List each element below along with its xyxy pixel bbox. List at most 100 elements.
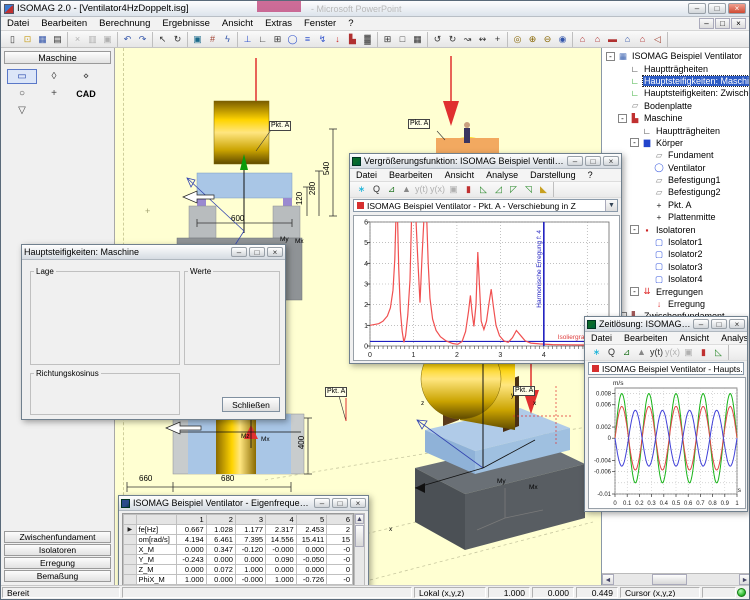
dialog-restore-button[interactable]: □ [249, 247, 265, 257]
eigen-restore-button[interactable]: □ [332, 498, 348, 508]
menu-datei[interactable]: Datei [585, 332, 618, 344]
dialog-close-button[interactable]: × [267, 247, 283, 257]
tree-item-isolator1[interactable]: ▢Isolator1 [602, 236, 749, 248]
chart-type-button[interactable]: ▲ [634, 345, 649, 360]
new-button[interactable]: ▯ [5, 32, 20, 47]
view-top-button[interactable]: ▬ [605, 32, 620, 47]
menu-berechnung[interactable]: Berechnung [93, 17, 156, 30]
eigen-minimize-button[interactable]: – [314, 498, 330, 508]
tree-item-haupttr-gheiten[interactable]: ∟Hauptträgheiten [602, 124, 749, 136]
scroll-left-icon[interactable]: ◄ [602, 574, 614, 585]
small-prism-tool-icon[interactable]: ⋄ [71, 69, 101, 84]
table-cell[interactable]: 0.000 [266, 565, 297, 575]
menu-bearbeiten[interactable]: Bearbeiten [618, 332, 674, 344]
table-cell[interactable]: -0 [327, 575, 353, 585]
menu-datei[interactable]: Datei [350, 169, 383, 181]
close-button[interactable]: × [728, 3, 746, 14]
table-cell[interactable]: 2 [327, 525, 353, 535]
bar-chart-button[interactable]: ▮ [461, 182, 476, 197]
export-button[interactable]: ⊿ [619, 345, 634, 360]
table-cell[interactable]: 0.667 [176, 525, 206, 535]
time-series-select[interactable]: ISOMAG Beispiel Ventilator - Haupts... ▼ [588, 362, 744, 375]
table-cell[interactable]: -0.726 [296, 575, 326, 585]
table-cell[interactable]: 0.000 [176, 565, 206, 575]
table-cell[interactable]: 0.000 [296, 565, 326, 575]
sidebar-button-erregung[interactable]: Erregung [4, 557, 111, 569]
copy-chart-button[interactable]: ▣ [446, 182, 461, 197]
table-cell[interactable]: 1.000 [266, 575, 297, 585]
scale-loglog-button[interactable]: ◹ [521, 182, 536, 197]
table-cell[interactable]: 0.000 [206, 575, 235, 585]
menu-bearbeiten[interactable]: Bearbeiten [35, 17, 93, 30]
table-cell[interactable]: 15 [327, 535, 353, 545]
menu-analyse[interactable]: Analyse [480, 169, 524, 181]
tree-item-isomag-beispiel-ventilator[interactable]: -▦ISOMAG Beispiel Ventilator [602, 50, 749, 62]
row-header[interactable] [124, 575, 137, 585]
tree-item-isolatoren[interactable]: -▪Isolatoren [602, 223, 749, 235]
table-cell[interactable]: 6.461 [206, 535, 235, 545]
table-cell[interactable]: 0.347 [206, 545, 235, 555]
view-home-button[interactable]: ⌂ [635, 32, 650, 47]
table-cell[interactable]: 1.000 [176, 575, 206, 585]
cad-tool-icon[interactable]: CAD [71, 86, 101, 101]
table-cell[interactable]: 2.453 [296, 525, 326, 535]
quad-button[interactable]: ▦ [410, 32, 425, 47]
scroll-right-icon[interactable]: ► [739, 574, 749, 585]
paste-button[interactable]: ▣ [100, 32, 115, 47]
axes-button[interactable]: ⊥ [240, 32, 255, 47]
restore-button[interactable]: □ [708, 3, 726, 14]
table-cell[interactable]: 0 [327, 565, 353, 575]
tree-item-isolator4[interactable]: ▢Isolator4 [602, 273, 749, 285]
table-cell[interactable]: -0.000 [266, 545, 297, 555]
copy-button[interactable]: ▥ [85, 32, 100, 47]
scroll-thumb[interactable] [652, 574, 687, 585]
tree-item-pkt-a[interactable]: +Pkt. A [602, 199, 749, 211]
table-cell[interactable]: -0.000 [235, 575, 265, 585]
body-view-button[interactable]: ▓ [360, 32, 375, 47]
chart-type-button[interactable]: ▲ [399, 182, 414, 197]
close-dialog-button[interactable]: Schließen [222, 397, 280, 412]
cone-tool-icon[interactable]: ▽ [7, 103, 37, 118]
prism-tool-icon[interactable]: ◊ [39, 69, 69, 84]
scroll-up-icon[interactable]: ▲ [355, 514, 364, 524]
undo-button[interactable]: ↶ [120, 32, 135, 47]
table-cell[interactable]: 0.090 [266, 555, 297, 565]
y-of-t-button[interactable]: y(t) [649, 345, 664, 360]
collapse-icon[interactable]: - [618, 114, 627, 123]
menu-ergebnisse[interactable]: Ergebnisse [156, 17, 216, 30]
rotate-ccw-button[interactable]: ↻ [445, 32, 460, 47]
table-cell[interactable]: 1.177 [235, 525, 265, 535]
menu-extras[interactable]: Extras [259, 17, 298, 30]
sidebar-button-isolatoren[interactable]: Isolatoren [4, 544, 111, 556]
mdi-restore-button[interactable]: □ [715, 18, 730, 29]
mag-restore-button[interactable]: □ [585, 156, 601, 166]
row-header[interactable] [124, 545, 137, 555]
table-cell[interactable]: 0.000 [206, 555, 235, 565]
table-cell[interactable]: 0.000 [235, 555, 265, 565]
tree-item-fundament[interactable]: ▱Fundament [602, 149, 749, 161]
tree-item-maschine[interactable]: -▙Maschine [602, 112, 749, 124]
grid-button[interactable]: ⊞ [270, 32, 285, 47]
view-iso-button[interactable]: ⌂ [620, 32, 635, 47]
tree-item-isolator2[interactable]: ▢Isolator2 [602, 248, 749, 260]
pan-left-button[interactable]: ↝ [460, 32, 475, 47]
table-cell[interactable]: 4.194 [176, 535, 206, 545]
menu-ansicht[interactable]: Ansicht [216, 17, 259, 30]
scale-lin-button[interactable]: ◺ [711, 345, 726, 360]
collapse-icon[interactable]: - [630, 225, 639, 234]
refresh-button[interactable]: ∗ [589, 345, 604, 360]
row-header[interactable] [124, 555, 137, 565]
force-button[interactable]: ↓ [330, 32, 345, 47]
tree-item-hauptsteifigkeiten-maschine[interactable]: ∟Hauptsteifigkeiten: Maschine [602, 75, 749, 87]
zoom-button[interactable]: ◎ [510, 32, 525, 47]
bar-chart-button[interactable]: ▮ [696, 345, 711, 360]
tree-item-befestigung1[interactable]: ▱Befestigung1 [602, 174, 749, 186]
menu-analyse[interactable]: Analyse [715, 332, 747, 344]
print-button[interactable]: ▤ [50, 32, 65, 47]
menu-ansicht[interactable]: Ansicht [439, 169, 481, 181]
menu-?[interactable]: ? [342, 17, 359, 30]
y-of-t-button[interactable]: y(t) [414, 182, 429, 197]
table-cell[interactable]: 14.556 [266, 535, 297, 545]
menu-datei[interactable]: Datei [1, 17, 35, 30]
menu-ansicht[interactable]: Ansicht [674, 332, 716, 344]
